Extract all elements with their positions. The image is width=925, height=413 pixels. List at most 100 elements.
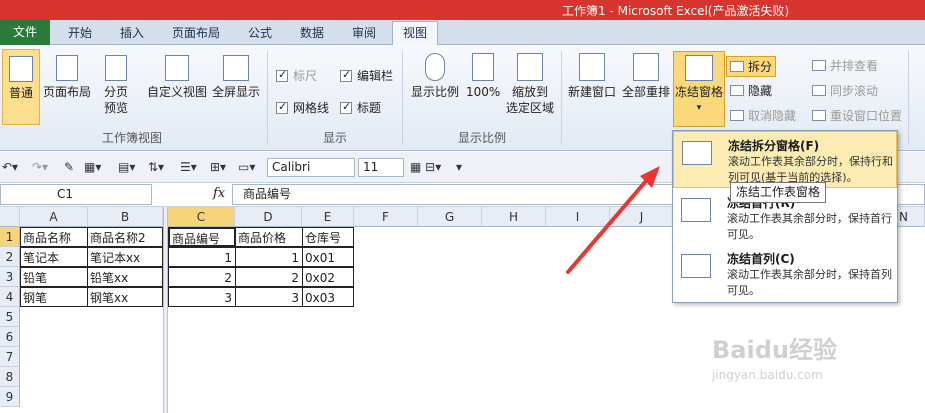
zoom-100-button[interactable]: 100%	[466, 53, 500, 100]
tab-review[interactable]: 审阅	[352, 24, 376, 41]
freeze-panes-button[interactable]: 冻结窗格 ▾	[673, 51, 725, 127]
borders-icon[interactable]: ▭▾	[238, 160, 255, 174]
freeze-panes-icon	[685, 55, 713, 81]
normal-view-icon	[9, 56, 33, 82]
table-cell[interactable]: 3	[235, 287, 303, 307]
page-break-preview-button[interactable]: 分页 预览	[96, 55, 136, 116]
table-cell[interactable]: 2	[168, 267, 236, 287]
row-header[interactable]: 8	[0, 367, 20, 387]
tab-page-layout[interactable]: 页面布局	[172, 24, 220, 41]
gridlines-checkbox[interactable]: 网格线	[276, 99, 329, 116]
row-header[interactable]: 3	[0, 267, 20, 287]
table-cell[interactable]: 铅笔xx	[87, 267, 163, 287]
column-header[interactable]: D	[235, 207, 302, 227]
table-cell[interactable]: 铅笔	[20, 267, 88, 287]
indent-icon[interactable]: ☰▾	[180, 160, 197, 174]
tab-home[interactable]: 开始	[68, 24, 92, 41]
arrange-all-icon	[633, 53, 659, 81]
tab-formulas[interactable]: 公式	[248, 24, 272, 41]
select-all-corner[interactable]	[0, 207, 20, 227]
tab-data[interactable]: 数据	[300, 24, 324, 41]
new-window-icon	[579, 53, 605, 81]
zoom-to-selection-button[interactable]: 缩放到 选定区域	[504, 53, 556, 116]
group-label-show: 显示	[323, 131, 348, 145]
redo-icon[interactable]: ↷▾	[32, 160, 48, 174]
table-cell[interactable]: 1	[168, 247, 236, 267]
row-header[interactable]: 1	[0, 227, 20, 247]
full-screen-button[interactable]: 全屏显示	[210, 55, 262, 100]
ruler-checkbox[interactable]: 标尺	[276, 67, 317, 84]
table-cell[interactable]: 3	[168, 287, 236, 307]
normal-view-button[interactable]: 普通	[2, 49, 40, 125]
table-cell[interactable]: 2	[235, 267, 303, 287]
column-header[interactable]: B	[88, 207, 163, 227]
row-header[interactable]: 2	[0, 247, 20, 267]
unhide-button[interactable]: 取消隐藏	[730, 107, 796, 124]
customize-icon[interactable]: ▾	[456, 160, 462, 174]
name-box[interactable]: C1	[0, 184, 152, 205]
zoom-button[interactable]: 显示比例	[410, 53, 460, 100]
custom-views-icon	[165, 55, 189, 81]
headings-checkbox[interactable]: 标题	[340, 99, 381, 116]
freeze-first-column-icon	[681, 254, 711, 278]
column-header[interactable]: H	[482, 207, 546, 227]
custom-views-button[interactable]: 自定义视图	[146, 55, 208, 100]
table-cell[interactable]: 钢笔xx	[87, 287, 163, 307]
menu-item-freeze-panes[interactable]: 冻结拆分窗格(F) 滚动工作表其余部分时，保持行和列可见(基于当前的选择)。	[673, 131, 897, 188]
table-cell[interactable]: 仓库号	[302, 227, 354, 247]
table-cell[interactable]: 商品价格	[235, 227, 303, 247]
grid-icon[interactable]: ▦ ⊟▾	[410, 160, 441, 174]
table-cell[interactable]: 商品名称2	[87, 227, 163, 247]
magnifier-icon	[425, 53, 445, 81]
table-cell[interactable]: 0x03	[302, 287, 354, 307]
row-header[interactable]: 9	[0, 387, 20, 407]
font-name-box[interactable]: Calibri	[267, 158, 355, 177]
unhide-icon	[730, 110, 744, 121]
arrange-all-button[interactable]: 全部重排	[620, 53, 672, 100]
column-header[interactable]: E	[302, 207, 354, 227]
separator	[561, 51, 562, 145]
table-cell[interactable]: 0x02	[302, 267, 354, 287]
align-icon[interactable]: ⊞▾	[210, 160, 226, 174]
sync-scroll-button[interactable]: 同步滚动	[812, 82, 878, 99]
format-painter-icon[interactable]: ✎	[64, 160, 74, 174]
view-side-by-side-button[interactable]: 并排查看	[812, 57, 878, 74]
annotation-arrow	[566, 166, 660, 274]
separator	[402, 51, 403, 145]
tab-view[interactable]: 视图	[392, 21, 438, 46]
menu-item-freeze-first-column[interactable]: 冻结首列(C) 滚动工作表其余部分时，保持首列可见。	[673, 245, 897, 302]
table-cell[interactable]: 笔记本	[20, 247, 88, 267]
group-label-workbook-views: 工作簿视图	[102, 131, 163, 145]
table-cell[interactable]: 商品名称	[20, 227, 88, 247]
row-header[interactable]: 4	[0, 287, 20, 307]
fx-icon[interactable]: fx	[213, 186, 225, 201]
table-format-icon[interactable]: ▤▾	[118, 160, 135, 174]
window-title: 工作簿1 - Microsoft Excel(产品激活失败)	[562, 4, 790, 18]
column-header[interactable]: F	[354, 207, 418, 227]
row-header[interactable]: 6	[0, 327, 20, 347]
undo-icon[interactable]: ↶▾	[2, 160, 18, 174]
sort-icon[interactable]: ⇅▾	[148, 160, 164, 174]
row-header[interactable]: 5	[0, 307, 20, 327]
side-by-side-icon	[812, 60, 826, 71]
tab-file[interactable]: 文件	[0, 20, 50, 45]
table-cell-selected[interactable]: 商品编号	[168, 227, 236, 247]
column-header[interactable]: A	[20, 207, 88, 227]
table-cell[interactable]: 笔记本xx	[87, 247, 163, 267]
table-cell[interactable]: 0x01	[302, 247, 354, 267]
number-format-icon[interactable]: ▦▾	[84, 160, 101, 174]
table-cell[interactable]: 1	[235, 247, 303, 267]
page-layout-view-button[interactable]: 页面布局	[42, 55, 92, 100]
new-window-button[interactable]: 新建窗口	[566, 53, 618, 100]
tab-insert[interactable]: 插入	[120, 24, 144, 41]
reset-window-button[interactable]: 重设窗口位置	[812, 107, 902, 124]
column-header[interactable]: G	[418, 207, 482, 227]
formula-bar-checkbox[interactable]: 编辑栏	[340, 67, 393, 84]
row-header[interactable]: 7	[0, 347, 20, 367]
table-cell[interactable]: 钢笔	[20, 287, 88, 307]
hide-button[interactable]: 隐藏	[730, 82, 772, 99]
font-size-box[interactable]: 11	[358, 158, 404, 177]
split-icon	[730, 61, 744, 72]
column-header[interactable]: C	[168, 207, 235, 227]
split-button[interactable]: 拆分	[726, 56, 777, 77]
